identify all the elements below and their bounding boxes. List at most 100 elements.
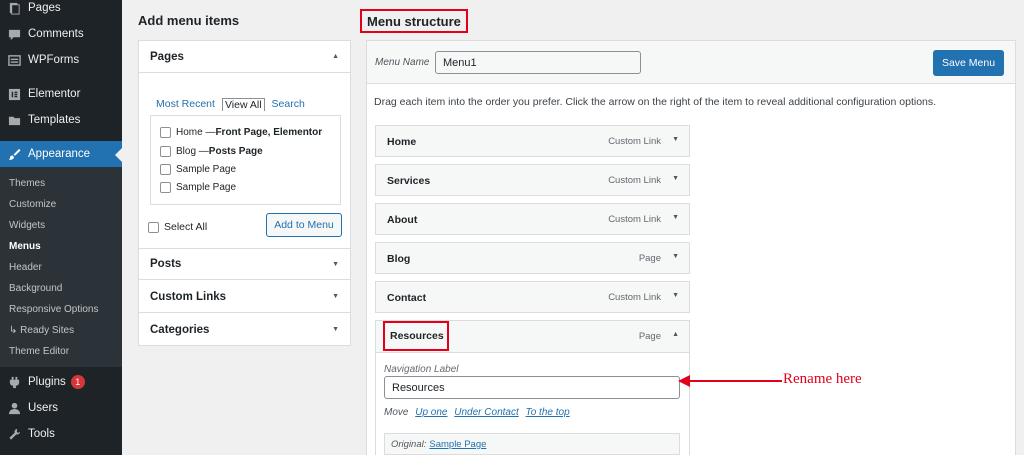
chevron-down-icon[interactable]: ▼ [672,214,679,221]
sidebar-item-comments[interactable]: Comments [0,21,122,47]
tab-view-all[interactable]: View All [221,98,265,111]
page-checkbox[interactable] [160,182,171,193]
page-checkbox[interactable] [160,127,171,138]
page-checkbox[interactable] [160,146,171,157]
menu-item-title: About [387,214,418,226]
admin-sidebar: Pages Comments WPForms Elementor Templat… [0,0,122,455]
menu-item-services[interactable]: Services Custom Link ▼ [375,164,690,196]
users-icon [7,401,21,415]
add-to-menu-button[interactable]: Add to Menu [266,213,342,237]
menu-item-type: Custom Link [608,292,661,303]
menu-item-title: Home [387,136,417,148]
accordion-custom-links-header[interactable]: Custom Links ▼ [139,281,350,313]
chevron-down-icon[interactable]: ▼ [672,292,679,299]
list-item[interactable]: Sample Page [160,164,236,175]
select-all-label: Select All [164,221,208,233]
sidebar-item-label: Comments [28,28,84,40]
menu-header: Menu Name Menu1 Save Menu [367,41,1015,84]
move-links: Move Up one Under Contact To the top [384,407,570,418]
menu-instructions: Drag each item into the order you prefer… [374,96,937,108]
menu-item-title: Services [387,175,431,187]
list-item[interactable]: Blog — Posts Page [160,146,263,157]
original-page-link[interactable]: Sample Page [429,439,486,450]
sidebar-item-label: Pages [28,2,61,14]
menu-item-type: Custom Link [608,214,661,225]
sidebar-item-pages[interactable]: Pages [0,0,122,21]
original-link-box: Original: Sample Page [384,433,680,455]
accordion-title: Custom Links [150,290,227,303]
menu-item-resources[interactable]: Resources Page ▲ [376,321,689,353]
menu-item-title: Resources [383,321,449,351]
sidebar-item-label: Appearance [28,148,91,160]
page-state-label: Front Page, Elementor [215,127,323,138]
submenu-item-responsive-options[interactable]: Responsive Options [9,304,99,315]
chevron-up-icon[interactable]: ▲ [672,331,679,338]
chevron-down-icon[interactable]: ▼ [672,136,679,143]
menu-item-title: Contact [387,292,427,304]
sidebar-item-users[interactable]: Users [0,395,122,421]
menu-item-type: Page [638,331,661,342]
submenu-item-background[interactable]: Background [9,283,62,294]
accordion-title: Posts [150,258,182,270]
sidebar-item-label: Templates [28,114,81,126]
navigation-label-input[interactable]: Resources [384,376,680,399]
submenu-item-themes[interactable]: Themes [9,178,45,189]
submenu-item-menus[interactable]: Menus [9,241,41,252]
page-state-label: Posts Page [208,146,263,157]
menu-item-home[interactable]: Home Custom Link ▼ [375,125,690,157]
menu-item-blog[interactable]: Blog Page ▼ [375,242,690,274]
chevron-down-icon[interactable]: ▼ [672,253,679,260]
accordion-categories-header[interactable]: Categories ▼ [139,314,350,346]
menu-item-about[interactable]: About Custom Link ▼ [375,203,690,235]
menu-item-contact[interactable]: Contact Custom Link ▼ [375,281,690,313]
list-item[interactable]: Home — Front Page, Elementor [160,127,322,138]
menu-item-title: Blog [387,253,411,265]
add-menu-items-accordion: Pages ▲ Most Recent View All Search Home… [138,40,351,346]
sidebar-item-tools[interactable]: Tools [0,421,122,447]
chevron-up-icon: ▲ [332,53,339,60]
page-label: Blog — [176,146,209,157]
sidebar-item-appearance[interactable]: Appearance [0,141,122,167]
sidebar-item-label: Elementor [28,88,81,100]
submenu-item-ready-sites[interactable]: ↳ Ready Sites [9,325,74,336]
wpforms-icon [7,53,21,67]
menu-item-resources-expanded: Resources Page ▲ Navigation Label Resour… [375,320,690,455]
save-menu-button[interactable]: Save Menu [933,50,1004,76]
chevron-down-icon: ▼ [332,260,339,268]
select-all-row[interactable]: Select All [148,221,207,233]
submenu-item-header[interactable]: Header [9,262,42,273]
accordion-pages-header[interactable]: Pages ▲ [139,41,350,73]
submenu-item-widgets[interactable]: Widgets [9,220,45,231]
move-label: Move [384,407,409,418]
submenu-item-customize[interactable]: Customize [9,199,56,210]
plugins-icon [7,375,21,389]
tab-search[interactable]: Search [272,98,305,111]
page-label: Sample Page [176,164,237,175]
chevron-down-icon[interactable]: ▼ [672,175,679,182]
sidebar-item-label: Tools [28,428,55,440]
move-under-contact-link[interactable]: Under Contact [454,407,518,418]
accordion-title: Categories [150,323,210,336]
accordion-posts-header[interactable]: Posts ▼ [139,248,350,280]
menu-structure-panel: Menu Name Menu1 Save Menu Drag each item… [366,40,1016,455]
sidebar-item-templates[interactable]: Templates [0,107,122,133]
page-checkbox[interactable] [160,164,171,175]
menu-structure-title: Menu structure [360,9,468,33]
pages-tabs: Most Recent View All Search [156,98,312,111]
appearance-submenu: Themes Customize Widgets Menus Header Ba… [0,167,122,367]
submenu-item-theme-editor[interactable]: Theme Editor [9,346,69,357]
pages-checklist: Home — Front Page, Elementor Blog — Post… [150,115,341,205]
tools-icon [7,427,21,441]
sidebar-item-wpforms[interactable]: WPForms [0,47,122,73]
rename-annotation: Rename here [783,371,862,387]
tab-most-recent[interactable]: Most Recent [156,98,215,111]
sidebar-item-plugins[interactable]: Plugins 1 [0,369,122,395]
move-up-one-link[interactable]: Up one [415,407,447,418]
select-all-checkbox[interactable] [148,221,159,233]
sidebar-item-label: WPForms [28,54,80,66]
accordion-title: Pages [150,50,184,63]
list-item[interactable]: Sample Page [160,182,236,193]
menu-name-input[interactable]: Menu1 [435,51,641,74]
sidebar-item-elementor[interactable]: Elementor [0,81,122,107]
move-to-top-link[interactable]: To the top [526,407,570,418]
